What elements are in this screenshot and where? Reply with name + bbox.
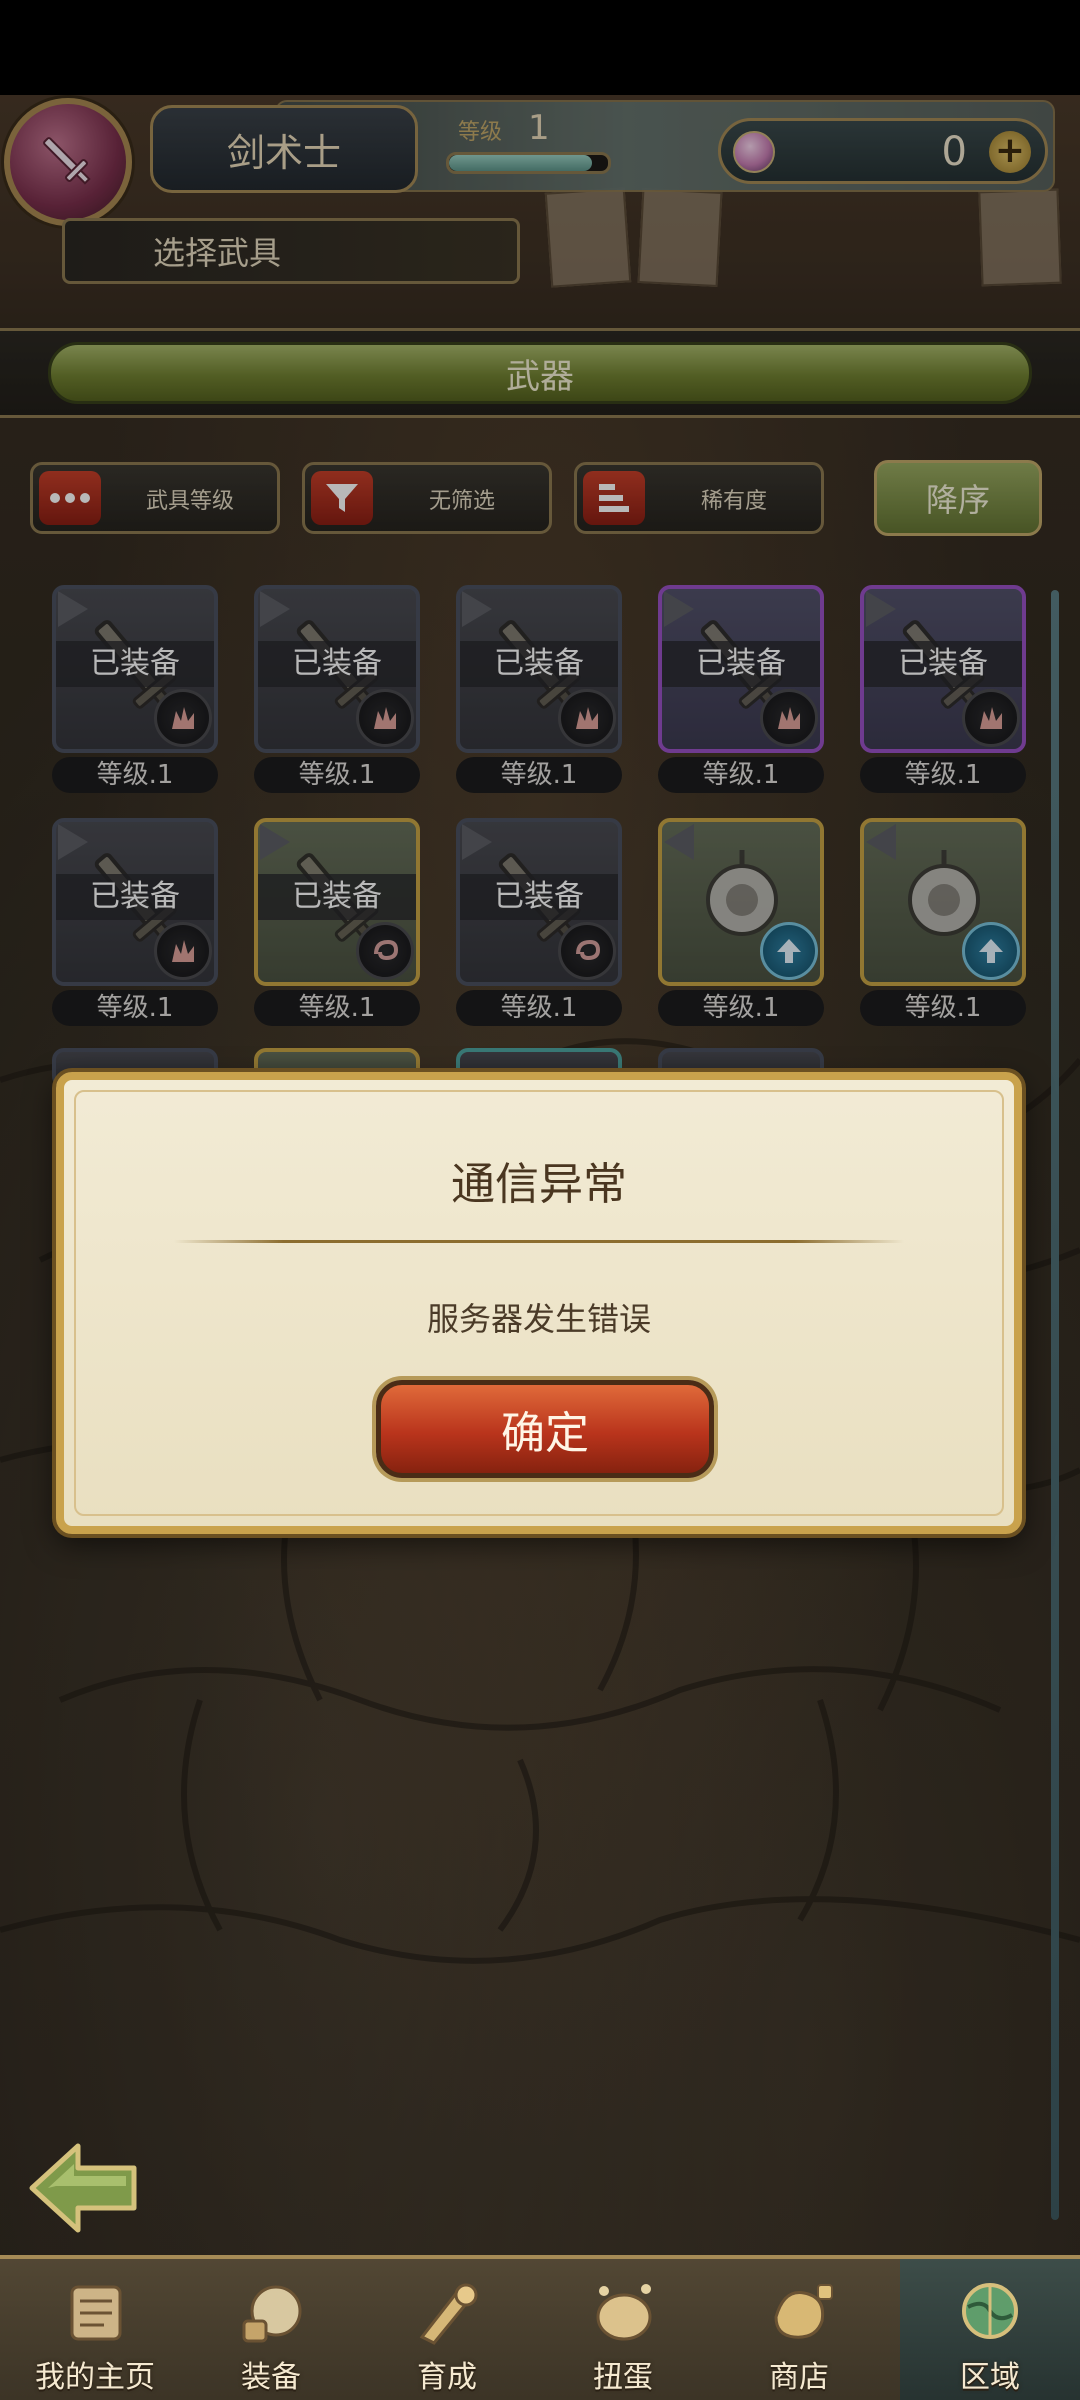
globe-icon bbox=[962, 2283, 1018, 2339]
training-icon bbox=[419, 2283, 478, 2345]
dialog-title: 通信异常 bbox=[451, 1159, 627, 1210]
confirm-button[interactable]: 确定 bbox=[376, 1380, 714, 1478]
nav-label: 商店 bbox=[769, 2360, 829, 2395]
shop-icon bbox=[774, 2284, 833, 2339]
dialog-message: 服务器发生错误 bbox=[426, 1300, 651, 1338]
nav-label: 扭蛋 bbox=[593, 2360, 653, 2395]
equipment-icon bbox=[242, 2285, 302, 2343]
nav-label: 装备 bbox=[241, 2360, 301, 2395]
nav-label: 区域 bbox=[960, 2360, 1020, 2395]
bottom-nav: 我的主页 装备 育成 扭蛋 商店 区域 bbox=[0, 2255, 1080, 2400]
nav-gacha[interactable]: 扭蛋 bbox=[548, 2259, 698, 2400]
nav-home[interactable]: 我的主页 bbox=[20, 2259, 170, 2400]
error-dialog: 通信异常 服务器发生错误 确定 bbox=[56, 1072, 1022, 1534]
nav-label: 育成 bbox=[417, 2360, 477, 2395]
back-arrow-icon[interactable] bbox=[26, 2140, 142, 2236]
nav-shop[interactable]: 商店 bbox=[724, 2259, 874, 2400]
scroll-icon bbox=[70, 2285, 122, 2341]
nav-area[interactable]: 区域 bbox=[900, 2259, 1080, 2400]
status-bar bbox=[0, 0, 1080, 95]
nav-training[interactable]: 育成 bbox=[372, 2259, 522, 2400]
nav-label: 我的主页 bbox=[35, 2360, 155, 2395]
gacha-icon bbox=[596, 2284, 652, 2341]
nav-equipment[interactable]: 装备 bbox=[196, 2259, 346, 2400]
dialog-divider bbox=[174, 1240, 904, 1243]
